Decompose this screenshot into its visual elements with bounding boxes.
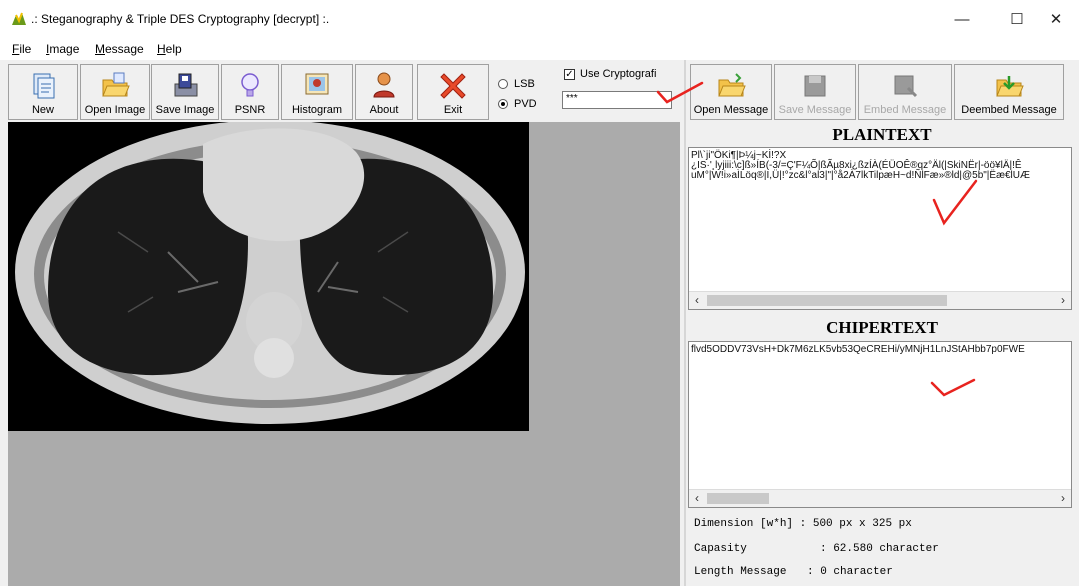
exit-x-icon [440, 73, 466, 99]
plaintext-header: PLAINTEXT [690, 125, 1074, 147]
open-image-button[interactable]: Open Image [80, 64, 150, 120]
length-message-info: Length Message: 0 character [694, 566, 893, 578]
save-disk-icon [174, 73, 198, 97]
ciphertext-hscrollbar[interactable]: ‹ › [689, 489, 1071, 507]
new-document-icon [33, 73, 55, 99]
close-icon: ✕ [1049, 11, 1063, 28]
scroll-right-icon[interactable]: › [1061, 491, 1065, 505]
dimension-info: Dimension [w*h] : 500 px x 325 px [694, 518, 912, 530]
ciphertext-header: CHIPERTEXT [690, 318, 1074, 340]
embed-message-button[interactable]: Embed Message [858, 64, 952, 120]
image-canvas-area [8, 122, 680, 586]
lsb-radio-circle [498, 79, 508, 89]
menu-bar: File Image Message Help [0, 38, 1079, 60]
menu-help[interactable]: Help [157, 42, 182, 56]
plaintext-textbox[interactable]: Pl\`ji"ÖKi¶|Þ¼j~Kİ!?X ¿IS·'¸lyjiii:\c]ß»Í… [688, 147, 1072, 310]
use-cryptography-checkbox[interactable]: ✓ Use Cryptografi [564, 68, 656, 80]
save-message-button[interactable]: Save Message [774, 64, 856, 120]
annotation-checkmark-icon [656, 81, 704, 104]
scroll-left-icon[interactable]: ‹ [695, 293, 699, 307]
ciphertext-content: flvd5ODDV73VsH+Dk7M6zLK5vb53QeCREHi/yMNj… [691, 344, 1025, 355]
checkbox-check-icon: ✓ [564, 68, 575, 80]
new-button[interactable]: New [8, 64, 78, 120]
panel-divider [684, 60, 686, 586]
minimize-button[interactable]: — [939, 6, 985, 32]
menu-file[interactable]: File [12, 42, 31, 56]
title-bar: .: Steganography & Triple DES Cryptograp… [0, 0, 1079, 38]
pvd-radio[interactable]: PVD [498, 98, 537, 110]
save-image-button[interactable]: Save Image [151, 64, 219, 120]
window-title: .: Steganography & Triple DES Cryptograp… [31, 12, 330, 26]
minimize-icon: — [954, 10, 970, 28]
message-toolbar: Open Message Save Message Embed Message … [690, 64, 1070, 120]
exit-button[interactable]: Exit [417, 64, 489, 120]
lsb-radio[interactable]: LSB [498, 78, 535, 90]
pvd-radio-circle [498, 99, 508, 109]
close-button[interactable]: ✕ [1033, 6, 1079, 32]
scroll-thumb[interactable] [707, 493, 769, 504]
annotation-checkmark-icon [932, 179, 978, 226]
open-folder-icon [102, 72, 130, 97]
histogram-button[interactable]: Histogram [281, 64, 353, 120]
histogram-picture-icon [305, 73, 329, 95]
ct-scan-image [8, 122, 529, 431]
open-folder-icon [718, 73, 746, 97]
deembed-message-button[interactable]: Deembed Message [954, 64, 1064, 120]
save-disk-icon [804, 75, 826, 97]
scroll-right-icon[interactable]: › [1061, 293, 1065, 307]
menu-image[interactable]: Image [46, 42, 79, 56]
scroll-thumb[interactable] [707, 295, 947, 306]
scroll-left-icon[interactable]: ‹ [695, 491, 699, 505]
maximize-icon: ☐ [1010, 11, 1024, 28]
capacity-info: Capasity: 62.580 character [694, 543, 939, 555]
app-icon [12, 12, 26, 25]
lightbulb-icon [241, 73, 259, 97]
user-info-icon [373, 72, 395, 98]
deembed-folder-icon [996, 76, 1024, 97]
image-info-panel: Dimension [w*h] : 500 px x 325 px Capasi… [688, 508, 1072, 586]
about-button[interactable]: About [355, 64, 413, 120]
ciphertext-textbox[interactable]: flvd5ODDV73VsH+Dk7M6zLK5vb53QeCREHi/yMNj… [688, 341, 1072, 508]
menu-message[interactable]: Message [95, 42, 144, 56]
plaintext-hscrollbar[interactable]: ‹ › [689, 291, 1071, 309]
embed-icon [894, 75, 918, 98]
annotation-checkmark-icon [930, 378, 976, 397]
psnr-button[interactable]: PSNR [221, 64, 279, 120]
